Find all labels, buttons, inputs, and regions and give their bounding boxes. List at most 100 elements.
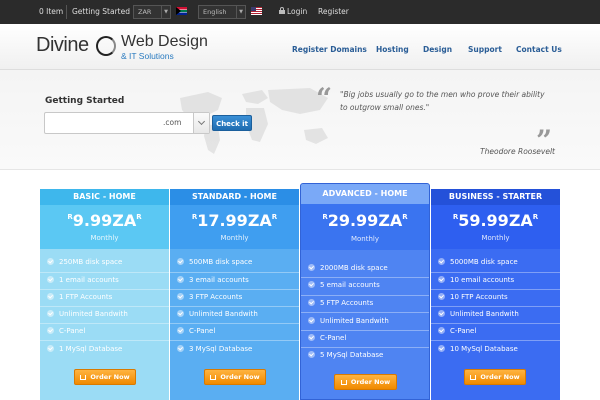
plan-feature: 1 email accounts — [47, 276, 119, 284]
check-circle-icon — [177, 310, 184, 317]
plan-price: R59.99ZAR — [452, 211, 539, 230]
plan-feature: C-Panel — [47, 327, 85, 335]
quote-open-icon: “ — [316, 82, 333, 115]
nav-design[interactable]: Design — [423, 45, 452, 54]
quote-text: "Big jobs usually go to the men who prov… — [340, 90, 545, 112]
check-circle-icon — [438, 327, 445, 334]
check-circle-icon — [308, 351, 315, 358]
plan-price: R9.99ZAR — [67, 211, 142, 230]
language-select[interactable]: English ▼ — [198, 5, 246, 19]
cart-icon — [210, 375, 217, 380]
check-circle-icon — [438, 258, 445, 265]
check-circle-icon — [47, 327, 54, 334]
plan-feature: 5000MB disk space — [438, 258, 518, 266]
check-circle-icon — [47, 293, 54, 300]
check-circle-icon — [438, 310, 445, 317]
check-circle-icon — [177, 276, 184, 283]
divider — [66, 5, 67, 19]
plan-standard-home: STANDARD - HOME R17.99ZAR Monthly 500MB … — [170, 189, 299, 400]
cart-icon — [340, 380, 347, 385]
hero-band: Getting Started .com Check it “ "Big job… — [0, 70, 600, 170]
plan-feature: 1 MySql Database — [47, 345, 122, 353]
cart-icon — [470, 375, 477, 380]
plan-price: R29.99ZAR — [322, 211, 408, 230]
plan-feature: 2000MB disk space — [308, 264, 388, 272]
nav-hosting[interactable]: Hosting — [376, 45, 409, 54]
plan-period: Monthly — [350, 235, 380, 243]
plan-business-starter: BUSINESS - STARTER R59.99ZAR Monthly 500… — [431, 189, 560, 400]
check-circle-icon — [308, 334, 315, 341]
plan-feature: 10 email accounts — [438, 276, 514, 284]
check-circle-icon — [177, 293, 184, 300]
check-circle-icon — [47, 276, 54, 283]
plan-feature: 5 FTP Accounts — [308, 299, 373, 307]
cart-icon — [80, 375, 87, 380]
language-value: English — [203, 8, 227, 16]
logo-it-solutions: & IT Solutions — [121, 51, 174, 61]
plan-feature: Unlimited Bandwith — [47, 310, 128, 318]
plan-feature: Unlimited Bandwith — [438, 310, 519, 318]
south-africa-flag-icon — [176, 7, 187, 15]
getting-started-link[interactable]: Getting Started — [72, 0, 130, 24]
plan-feature: C-Panel — [438, 327, 476, 335]
plan-name: STANDARD - HOME — [170, 189, 299, 205]
check-circle-icon — [308, 264, 315, 271]
logo-web-design[interactable]: Web Design — [121, 33, 208, 51]
plan-name: BASIC - HOME — [40, 189, 169, 205]
check-domain-button[interactable]: Check it — [212, 115, 252, 131]
check-circle-icon — [308, 281, 315, 288]
check-circle-icon — [438, 276, 445, 283]
currency-select[interactable]: ZAR ▼ — [133, 5, 171, 19]
check-circle-icon — [177, 327, 184, 334]
plan-feature: 10 MySql Database — [438, 345, 518, 353]
plan-feature: 500MB disk space — [177, 258, 252, 266]
plan-feature: 3 email accounts — [177, 276, 249, 284]
login-link[interactable]: Login — [287, 0, 307, 24]
order-now-button[interactable]: Order Now — [74, 369, 136, 385]
plan-name: BUSINESS - STARTER — [431, 189, 560, 205]
nav-contact-us[interactable]: Contact Us — [516, 45, 562, 54]
site-header: Divine Web Design & IT Solutions Registe… — [0, 24, 600, 70]
check-circle-icon — [177, 345, 184, 352]
getting-started-title: Getting Started — [45, 96, 125, 106]
chevron-down-icon — [197, 117, 206, 126]
plan-advanced-home: ADVANCED - HOME R29.99ZAR Monthly 2000MB… — [300, 183, 430, 400]
plan-feature: 10 FTP Accounts — [438, 293, 508, 301]
cart-link[interactable]: 0 Item — [39, 0, 63, 24]
chevron-down-icon: ▼ — [161, 6, 170, 18]
check-circle-icon — [438, 345, 445, 352]
nav-register-domains[interactable]: Register Domains — [292, 45, 367, 54]
plan-name: ADVANCED - HOME — [301, 184, 429, 204]
plan-feature: Unlimited Bandwith — [308, 317, 389, 325]
order-now-button[interactable]: Order Now — [464, 369, 526, 385]
currency-value: ZAR — [138, 8, 152, 16]
tld-value: .com — [163, 118, 182, 127]
plan-price: R17.99ZAR — [191, 211, 278, 230]
quote-author: Theodore Roosevelt — [480, 147, 555, 156]
lock-icon — [279, 7, 285, 14]
plan-basic-home: BASIC - HOME R9.99ZAR Monthly 250MB disk… — [40, 189, 169, 400]
check-circle-icon — [438, 293, 445, 300]
us-flag-icon — [251, 7, 262, 15]
domain-input[interactable] — [47, 115, 159, 131]
plan-period: Monthly — [90, 234, 119, 242]
plan-feature: 5 MySql Database — [308, 351, 383, 359]
plan-feature: C-Panel — [177, 327, 215, 335]
check-circle-icon — [47, 258, 54, 265]
check-circle-icon — [47, 310, 54, 317]
logo-divine[interactable]: Divine — [36, 34, 89, 57]
nav-support[interactable]: Support — [468, 45, 502, 54]
logo-ring-icon — [96, 36, 116, 56]
plan-feature: 5 email accounts — [308, 281, 380, 289]
order-now-button[interactable]: Order Now — [334, 374, 397, 390]
register-link[interactable]: Register — [318, 0, 349, 24]
plan-feature: 250MB disk space — [47, 258, 122, 266]
check-circle-icon — [177, 258, 184, 265]
tld-dropdown[interactable] — [193, 113, 209, 133]
plan-feature: C-Panel — [308, 334, 346, 342]
domain-search-box: .com — [44, 112, 210, 134]
check-circle-icon — [308, 317, 315, 324]
order-now-button[interactable]: Order Now — [204, 369, 266, 385]
chevron-down-icon: ▼ — [236, 6, 245, 18]
top-bar: 0 Item Getting Started ZAR ▼ English ▼ L… — [0, 0, 600, 24]
